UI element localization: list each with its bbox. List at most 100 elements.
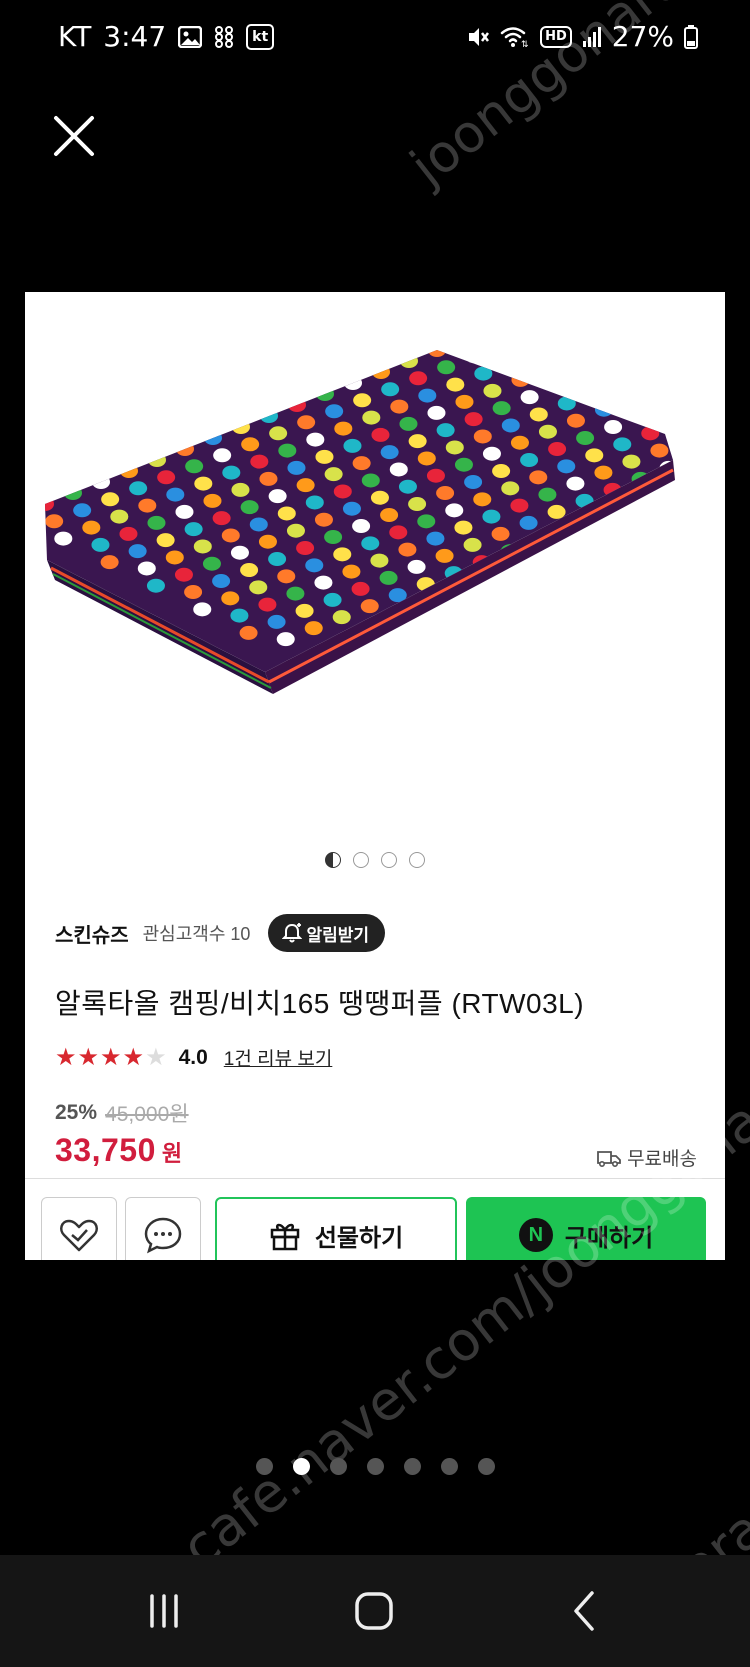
- gallery-pager-dot[interactable]: [366, 1458, 384, 1475]
- polka-dot: [547, 504, 566, 519]
- product-screenshot: 스킨슈즈 관심고객수 10 알림받기 알록타올 캠핑/비치165 땡땡퍼플 (R…: [25, 292, 725, 1260]
- buy-button[interactable]: N 구매하기: [466, 1197, 706, 1260]
- status-bar: KT 3:47 kt ⇅ HD 27%: [0, 0, 750, 78]
- polka-dot: [222, 465, 241, 480]
- polka-dot: [622, 454, 641, 469]
- polka-dot: [717, 313, 725, 327]
- polka-dot: [622, 391, 641, 406]
- polka-dot: [259, 471, 278, 486]
- recents-icon: [150, 1594, 178, 1628]
- polka-dot: [540, 299, 558, 313]
- polka-dot: [484, 321, 502, 335]
- polka-dot: [529, 407, 548, 422]
- polka-dot: [661, 335, 679, 349]
- polka-dot: [511, 372, 530, 387]
- pager-dot[interactable]: [353, 852, 369, 868]
- battery-icon: [684, 24, 698, 49]
- polka-dot: [314, 512, 333, 527]
- gallery-pager-dot[interactable]: [403, 1458, 421, 1475]
- gift-button[interactable]: 선물하기: [215, 1197, 457, 1260]
- polka-dot: [482, 446, 501, 461]
- gallery-pager[interactable]: [0, 1458, 750, 1475]
- polka-dot: [184, 522, 203, 537]
- polka-dot: [446, 377, 465, 392]
- polka-dot: [361, 536, 380, 551]
- polka-dot: [605, 294, 623, 308]
- gallery-pager-dot[interactable]: [292, 1458, 310, 1475]
- polka-dot: [343, 438, 362, 453]
- polka-dot: [577, 305, 595, 319]
- signal-icon: [582, 26, 602, 48]
- polka-dot: [538, 424, 557, 439]
- polka-dot: [568, 292, 586, 302]
- gallery-icon: [178, 25, 203, 48]
- polka-dot: [428, 350, 446, 357]
- polka-dot: [371, 427, 390, 442]
- heart-check-icon: [60, 1219, 98, 1252]
- polka-dot: [585, 385, 604, 400]
- polka-dot: [334, 421, 353, 436]
- polka-dot: [520, 453, 539, 468]
- polka-dot: [138, 435, 157, 450]
- store-name[interactable]: 스킨슈즈: [55, 919, 129, 948]
- polka-dot: [521, 327, 539, 341]
- polka-dot: [212, 511, 231, 526]
- polka-dot: [260, 409, 278, 423]
- system-nav-bar: [0, 1555, 750, 1667]
- polka-dot: [268, 552, 287, 567]
- polka-dot: [670, 292, 688, 304]
- recent-apps-button[interactable]: [134, 1585, 194, 1637]
- polka-dot: [464, 475, 483, 490]
- rating-row: ★ ★ ★ ★ ★ 4.0 1건 리뷰 보기: [55, 1044, 332, 1071]
- polka-dot: [436, 423, 455, 438]
- polka-dot: [110, 446, 129, 461]
- gallery-pager-dot[interactable]: [440, 1458, 458, 1475]
- wishlist-button[interactable]: [41, 1197, 117, 1260]
- polka-dot: [288, 398, 306, 412]
- polka-dot: [73, 503, 92, 518]
- polka-dot: [221, 591, 240, 606]
- pager-dot[interactable]: [381, 852, 397, 868]
- polka-dot: [445, 503, 464, 518]
- polka-dot: [576, 368, 595, 383]
- polka-dot: [185, 459, 204, 474]
- gallery-pager-dot[interactable]: [255, 1458, 273, 1475]
- product-title: 알록타올 캠핑/비치165 땡땡퍼플 (RTW03L): [55, 988, 585, 1019]
- price-row: 33,750 원: [55, 1132, 182, 1169]
- polka-dot: [268, 489, 287, 504]
- gallery-pager-dot[interactable]: [477, 1458, 495, 1475]
- polka-dot: [427, 405, 446, 420]
- chat-button[interactable]: [125, 1197, 201, 1260]
- polka-dot: [295, 603, 314, 618]
- polka-dot: [315, 449, 334, 464]
- back-button[interactable]: [554, 1585, 614, 1637]
- wifi-icon: ⇅: [500, 26, 530, 48]
- pager-dot[interactable]: [325, 852, 341, 868]
- polka-dot: [567, 350, 586, 365]
- home-button[interactable]: [344, 1585, 404, 1637]
- polka-dot: [697, 467, 715, 481]
- notify-button[interactable]: 알림받기: [268, 914, 385, 952]
- polka-dot: [399, 416, 418, 431]
- purchase-bar: 선물하기 N 구매하기: [25, 1178, 725, 1260]
- polka-dot: [305, 558, 324, 573]
- polka-dot: [539, 361, 558, 376]
- image-pager[interactable]: [25, 852, 725, 868]
- clock: 3:47: [103, 20, 167, 53]
- review-link[interactable]: 1건 리뷰 보기: [224, 1044, 333, 1071]
- polka-dot: [548, 379, 567, 394]
- polka-dot: [316, 387, 334, 401]
- polka-dot: [390, 350, 409, 351]
- star-icon: ★: [100, 1043, 122, 1071]
- polka-dot: [193, 539, 212, 554]
- polka-dot: [250, 454, 269, 469]
- polka-dot: [342, 501, 361, 516]
- close-button[interactable]: [52, 114, 96, 158]
- followers-count: 관심고객수 10: [142, 924, 251, 944]
- notify-label: 알림받기: [306, 925, 369, 945]
- polka-dot: [566, 476, 585, 491]
- pager-dot[interactable]: [409, 852, 425, 868]
- star-icon: ★: [77, 1043, 100, 1071]
- gallery-pager-dot[interactable]: [329, 1458, 347, 1475]
- polka-dot: [557, 396, 576, 411]
